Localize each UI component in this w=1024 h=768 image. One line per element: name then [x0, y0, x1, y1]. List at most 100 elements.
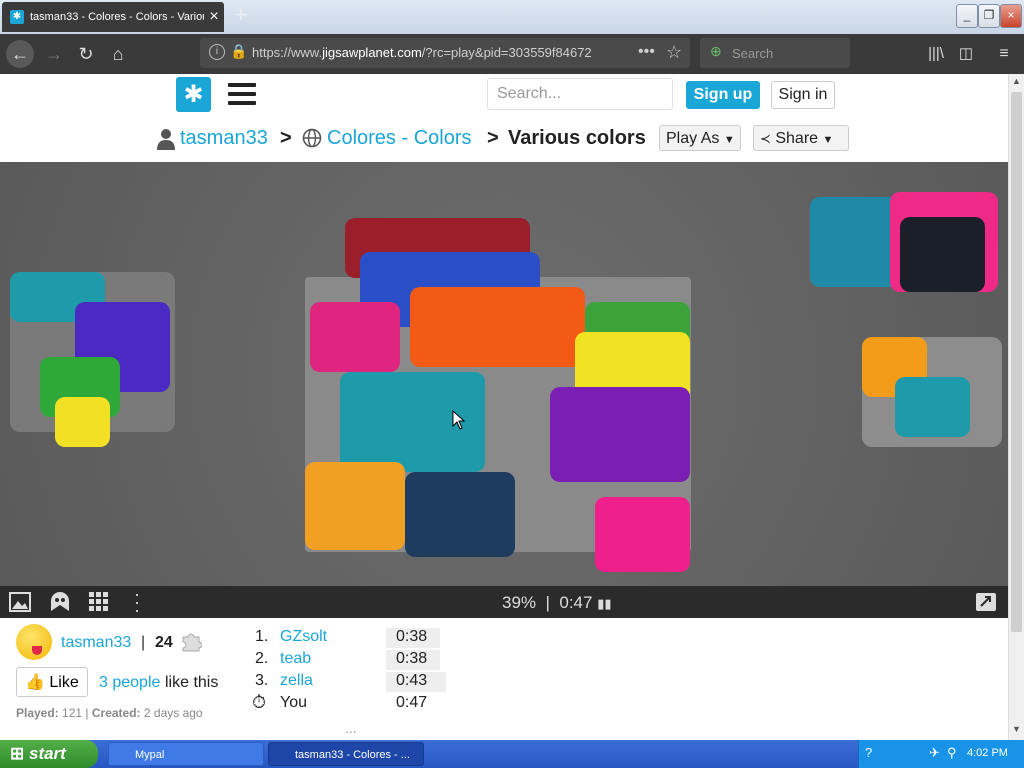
bookmark-star-icon[interactable]: ☆ — [666, 42, 682, 63]
puzzle-info-panel: tasman33 | 24 👍 Like 3 people like this … — [0, 618, 1008, 740]
leader-name-2[interactable]: teab — [280, 650, 311, 668]
puzzle-toolbar: · · · 39% | 0:47 ▮▮ — [0, 585, 1008, 619]
played-label: Played: — [16, 706, 59, 720]
forward-button[interactable]: → — [40, 40, 68, 68]
info-icon[interactable]: i — [209, 44, 225, 60]
breadcrumb-user-link[interactable]: tasman33 — [180, 127, 268, 150]
site-header: ✱ Search... Sign up Sign in — [0, 74, 1008, 119]
minimize-button[interactable]: _ — [956, 4, 978, 28]
like-label: Like — [49, 674, 79, 691]
ghost-image-icon[interactable] — [50, 591, 70, 613]
puzzle-piece[interactable] — [405, 472, 515, 557]
close-window-button[interactable]: × — [1000, 4, 1022, 28]
puzzle-piece[interactable] — [55, 397, 110, 447]
more-entries-icon[interactable]: ... — [345, 720, 357, 736]
scroll-up-icon[interactable]: ▲ — [1012, 76, 1021, 86]
taskbar-item-mypal[interactable]: Mypal — [108, 742, 264, 766]
puzzle-piece[interactable] — [810, 197, 900, 287]
puzzle-piece-icon — [182, 633, 202, 652]
rank-2: 2. — [255, 650, 269, 667]
share-dropdown[interactable]: ≺ Share ▼ — [753, 125, 849, 151]
url-text: https://www.jigsawplanet.com/?rc=play&pi… — [252, 45, 592, 60]
like-button[interactable]: 👍 Like — [16, 667, 88, 697]
taskbar-item-browser[interactable]: tasman33 - Colores - ... — [268, 742, 424, 766]
scrollbar-thumb[interactable] — [1011, 92, 1022, 632]
created-label: Created: — [91, 706, 141, 720]
puzzle-piece[interactable] — [410, 287, 585, 367]
jigsaw-favicon-icon: ✱ — [10, 10, 24, 24]
image-preview-icon[interactable] — [9, 592, 31, 612]
lock-icon: 🔒 — [230, 43, 248, 59]
elapsed-time: 0:47 — [559, 593, 593, 612]
leader-time-1: 0:38 — [386, 628, 440, 648]
hamburger-menu-icon[interactable]: ≡ — [990, 40, 1018, 68]
sidebar-icon[interactable]: ◫ — [952, 40, 980, 68]
likes-link[interactable]: 3 people — [99, 674, 160, 692]
page-actions-icon[interactable]: ••• — [638, 43, 655, 61]
address-bar[interactable]: i 🔒 https://www.jigsawplanet.com/?rc=pla… — [200, 38, 690, 68]
browser-search-placeholder: Search — [732, 46, 774, 61]
browser-toolbar: ← → ↻ ⌂ i 🔒 https://www.jigsawplanet.com… — [0, 34, 1024, 74]
network-icon[interactable]: ✈ — [929, 745, 940, 761]
breadcrumb-separator: > — [487, 127, 499, 149]
share-label: Share — [775, 130, 819, 147]
author-link[interactable]: tasman33 — [61, 634, 131, 652]
search-tray-icon[interactable]: ⚲ — [947, 745, 957, 761]
progress-readout: 39% | 0:47 ▮▮ — [502, 593, 612, 613]
caret-down-icon: ▼ — [822, 134, 834, 146]
page-scrollbar[interactable]: ▲ ▼ — [1008, 74, 1024, 740]
play-as-label: Play As — [666, 130, 720, 147]
leader-name-3[interactable]: zella — [280, 672, 313, 690]
mouse-cursor-icon — [452, 410, 466, 430]
puzzle-piece[interactable] — [900, 217, 985, 292]
puzzle-title: Various colors — [508, 127, 646, 149]
arrange-pieces-icon[interactable] — [89, 592, 109, 612]
tab-close-icon[interactable]: × — [204, 8, 224, 26]
new-tab-button[interactable]: + — [230, 4, 252, 26]
you-label: You — [280, 694, 307, 711]
share-icon: ≺ — [760, 131, 771, 146]
os-taskbar: ⊞ start Mypal tasman33 - Colores - ... ?… — [0, 740, 1024, 768]
puzzle-board[interactable] — [0, 162, 1008, 586]
breadcrumb-category-link[interactable]: Colores - Colors — [327, 127, 471, 150]
avatar[interactable] — [16, 624, 52, 660]
browser-tab-active[interactable]: ✱ tasman33 - Colores - Colors - Various … — [2, 2, 224, 32]
pause-icon[interactable]: ▮▮ — [597, 596, 611, 611]
completion-percent: 39% — [502, 593, 537, 612]
sign-in-button[interactable]: Sign in — [771, 81, 835, 109]
caret-down-icon: ▼ — [723, 134, 735, 146]
site-menu-icon[interactable] — [228, 83, 256, 105]
start-button[interactable]: ⊞ start — [0, 740, 98, 768]
windows-logo-icon: ⊞ — [10, 744, 25, 763]
puzzle-piece[interactable] — [550, 387, 690, 482]
puzzle-piece[interactable] — [595, 497, 690, 572]
puzzle-stats: Played: 121 | Created: 2 days ago — [16, 706, 203, 720]
help-icon[interactable]: ? — [865, 745, 872, 760]
sign-up-button[interactable]: Sign up — [686, 81, 760, 109]
piece-count: 24 — [155, 634, 173, 651]
restore-button[interactable]: ❐ — [978, 4, 1000, 28]
more-options-icon[interactable]: · · · — [134, 585, 140, 619]
scroll-down-icon[interactable]: ▼ — [1012, 724, 1021, 734]
browser-search-field[interactable]: ⊕ Search — [700, 38, 850, 68]
reload-button[interactable]: ↻ — [72, 40, 100, 68]
puzzle-piece[interactable] — [895, 377, 970, 437]
play-as-dropdown[interactable]: Play As ▼ — [659, 125, 741, 151]
site-search-input[interactable]: Search... — [487, 78, 673, 110]
clock[interactable]: 4:02 PM — [967, 747, 1008, 759]
leader-time-3: 0:43 — [386, 672, 446, 692]
jigsaw-logo-icon[interactable]: ✱ — [176, 77, 211, 112]
globe-icon — [302, 128, 322, 148]
back-button[interactable]: ← — [6, 40, 34, 68]
leader-time-2: 0:38 — [386, 650, 440, 670]
created-value: 2 days ago — [143, 706, 203, 720]
leader-name-1[interactable]: GZsolt — [280, 628, 327, 646]
puzzle-piece[interactable] — [310, 302, 400, 372]
home-button[interactable]: ⌂ — [104, 40, 132, 68]
library-icon[interactable]: |||\ — [922, 40, 950, 68]
tab-title: tasman33 - Colores - Colors - Various co… — [30, 11, 204, 23]
user-icon — [157, 129, 175, 150]
fullscreen-icon[interactable] — [975, 592, 997, 612]
puzzle-piece[interactable] — [305, 462, 405, 550]
start-label: start — [28, 744, 66, 763]
